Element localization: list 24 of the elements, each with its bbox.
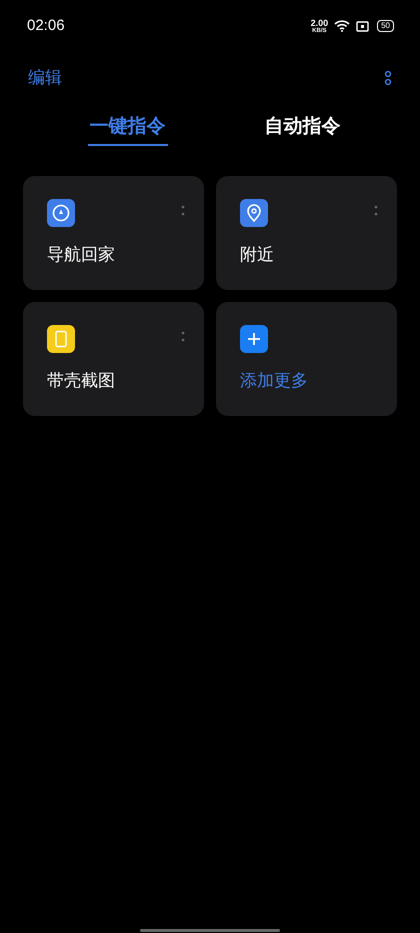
shortcut-label: 导航回家 xyxy=(47,244,116,266)
shortcut-card[interactable]: 附近 xyxy=(216,176,397,290)
add-card[interactable]: 添加更多 xyxy=(216,302,397,416)
clock-time: 02:06 xyxy=(27,16,65,36)
shortcut-label: 带壳截图 xyxy=(47,370,116,392)
phone-frame-icon xyxy=(47,325,75,353)
add-label: 添加更多 xyxy=(240,370,309,392)
shortcut-label: 附近 xyxy=(240,244,275,266)
screen-icon xyxy=(356,20,370,32)
shortcut-card[interactable]: 带壳截图 xyxy=(23,302,204,416)
location-pin-icon xyxy=(240,199,268,227)
edit-button[interactable]: 编辑 xyxy=(28,65,62,91)
more-icon[interactable] xyxy=(384,70,392,86)
tab[interactable]: 一键指令 xyxy=(88,110,168,146)
compass-icon xyxy=(47,199,75,227)
battery-level: 50 xyxy=(377,20,394,32)
more-icon[interactable] xyxy=(181,205,185,217)
tab[interactable]: 自动指令 xyxy=(262,110,342,146)
shortcut-card[interactable]: 导航回家 xyxy=(23,176,204,290)
plus-icon xyxy=(240,325,268,353)
speed-value: 2.00 xyxy=(310,18,328,28)
more-icon[interactable] xyxy=(374,205,378,217)
more-icon[interactable] xyxy=(181,331,185,343)
wifi-icon xyxy=(334,20,350,32)
